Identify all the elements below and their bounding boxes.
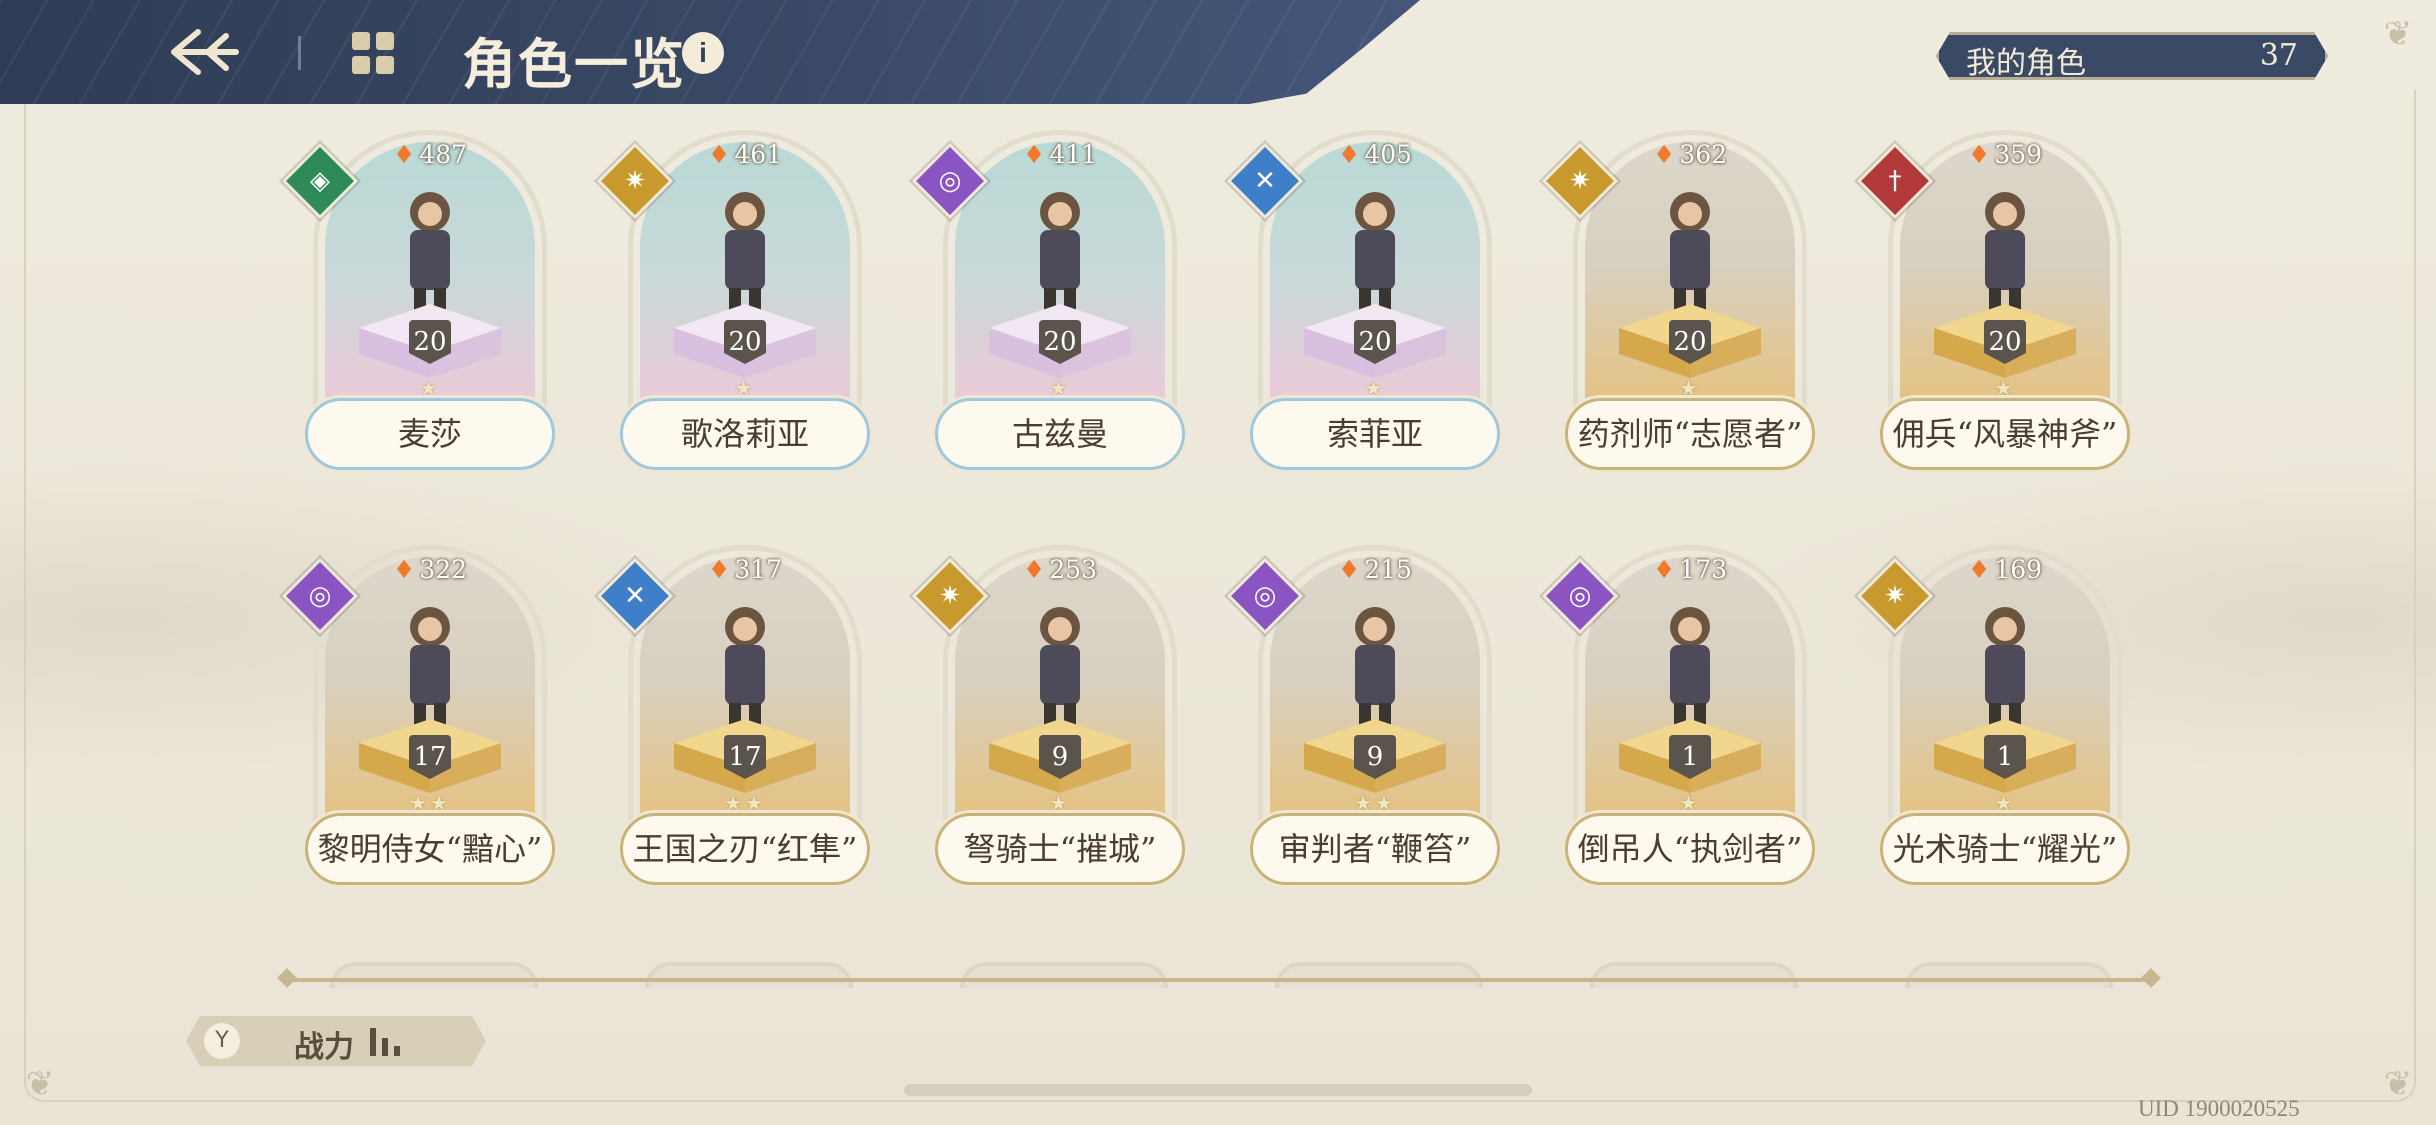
sort-button[interactable]: Y 战力 — [186, 1016, 486, 1066]
star-rating: ★ — [1049, 791, 1071, 815]
flame-icon: ♦ — [1022, 140, 1046, 169]
power-value: 359 — [1994, 140, 2043, 169]
power-value: 317 — [734, 555, 783, 584]
character-name: 倒吊人“执剑者” — [1565, 813, 1815, 885]
star-rating: ★★ — [409, 791, 451, 815]
flame-icon: ♦ — [1022, 555, 1046, 584]
star-rating: ★ — [1364, 376, 1386, 400]
star-rating: ★ — [1049, 376, 1071, 400]
power-value: 362 — [1679, 140, 1728, 169]
character-name: 佣兵“风暴神斧” — [1880, 398, 2130, 470]
character-card[interactable]: ♦ 322 ◎ 17 ★★ 黎明侍女“黯心” — [281, 545, 555, 905]
power-value: 461 — [734, 140, 783, 169]
star-rating: ★★ — [724, 791, 766, 815]
flame-icon: ♦ — [1967, 140, 1991, 169]
sort-descending-icon — [368, 1024, 408, 1058]
card-peek — [1590, 962, 1798, 988]
card-peek — [645, 962, 853, 988]
back-arrow-icon[interactable] — [168, 22, 242, 82]
character-card[interactable]: ♦ 253 ✷ 9 ★ 弩骑士“摧城” — [911, 545, 1185, 905]
star-rating: ★ — [1994, 791, 2016, 815]
star-rating: ★ — [419, 376, 441, 400]
flame-icon: ♦ — [707, 555, 731, 584]
power-value: 411 — [1049, 140, 1098, 169]
power-value: 487 — [419, 140, 468, 169]
flame-icon: ♦ — [1652, 140, 1676, 169]
corner-ornament-br: ❦ — [2383, 1064, 2413, 1104]
power-value: 405 — [1364, 140, 1413, 169]
corner-ornament-tr: ❦ — [2383, 14, 2413, 54]
character-card[interactable]: ♦ 169 ✷ 1 ★ 光术骑士“耀光” — [1856, 545, 2130, 905]
sort-label: 战力 — [294, 1030, 354, 1065]
character-name: 弩骑士“摧城” — [935, 813, 1185, 885]
card-peek — [960, 962, 1168, 988]
character-name: 黎明侍女“黯心” — [305, 813, 555, 885]
character-name: 药剂师“志愿者” — [1565, 398, 1815, 470]
character-name: 麦莎 — [305, 398, 555, 470]
corner-ornament-bl: ❦ — [25, 1064, 55, 1104]
character-card[interactable]: ♦ 362 ✷ 20 ★ 药剂师“志愿者” — [1541, 130, 1815, 490]
flame-icon: ♦ — [707, 140, 731, 169]
star-rating: ★★ — [1354, 791, 1396, 815]
character-card[interactable]: ♦ 215 ◎ 9 ★★ 审判者“鞭笞” — [1226, 545, 1500, 905]
character-name: 审判者“鞭笞” — [1250, 813, 1500, 885]
card-peek — [1905, 962, 2113, 988]
flame-icon: ♦ — [392, 140, 416, 169]
my-roles-count: 37 — [2259, 38, 2298, 73]
character-card[interactable]: ♦ 317 ✕ 17 ★★ 王国之刃“红隼” — [596, 545, 870, 905]
flame-icon: ♦ — [392, 555, 416, 584]
grid-icon[interactable] — [350, 30, 396, 76]
info-icon[interactable]: i — [682, 32, 724, 74]
character-card[interactable]: ♦ 405 ✕ 20 ★ 索菲亚 — [1226, 130, 1500, 490]
character-card[interactable]: ♦ 461 ✷ 20 ★ 歌洛莉亚 — [596, 130, 870, 490]
character-name: 光术骑士“耀光” — [1880, 813, 2130, 885]
flame-icon: ♦ — [1652, 555, 1676, 584]
character-name: 歌洛莉亚 — [620, 398, 870, 470]
uid-label: UID 1900020525 — [2138, 1096, 2300, 1121]
scrollbar[interactable] — [904, 1084, 1532, 1096]
my-roles-label: 我的角色 — [1966, 46, 2086, 81]
flame-icon: ♦ — [1967, 555, 1991, 584]
power-value: 173 — [1679, 555, 1728, 584]
star-rating: ★ — [734, 376, 756, 400]
flame-icon: ♦ — [1337, 140, 1361, 169]
card-peek — [1275, 962, 1483, 988]
character-card[interactable]: ♦ 173 ◎ 1 ★ 倒吊人“执剑者” — [1541, 545, 1815, 905]
card-peek — [330, 962, 538, 988]
character-card[interactable]: ♦ 411 ◎ 20 ★ 古兹曼 — [911, 130, 1185, 490]
filter-icon: Y — [204, 1023, 240, 1059]
power-value: 322 — [419, 555, 468, 584]
star-rating: ★ — [1679, 376, 1701, 400]
flame-icon: ♦ — [1337, 555, 1361, 584]
character-card[interactable]: ♦ 359 † 20 ★ 佣兵“风暴神斧” — [1856, 130, 2130, 490]
header-separator — [298, 36, 301, 70]
star-rating: ★ — [1994, 376, 2016, 400]
page-title: 角色一览 — [462, 32, 686, 96]
my-roles-badge: 我的角色 37 — [1936, 32, 2328, 80]
power-value: 169 — [1994, 555, 2043, 584]
character-name: 古兹曼 — [935, 398, 1185, 470]
list-divider — [284, 978, 2152, 982]
power-value: 215 — [1364, 555, 1413, 584]
power-value: 253 — [1049, 555, 1098, 584]
character-name: 索菲亚 — [1250, 398, 1500, 470]
star-rating: ★ — [1679, 791, 1701, 815]
character-card[interactable]: ♦ 487 ◈ 20 ★ 麦莎 — [281, 130, 555, 490]
character-name: 王国之刃“红隼” — [620, 813, 870, 885]
